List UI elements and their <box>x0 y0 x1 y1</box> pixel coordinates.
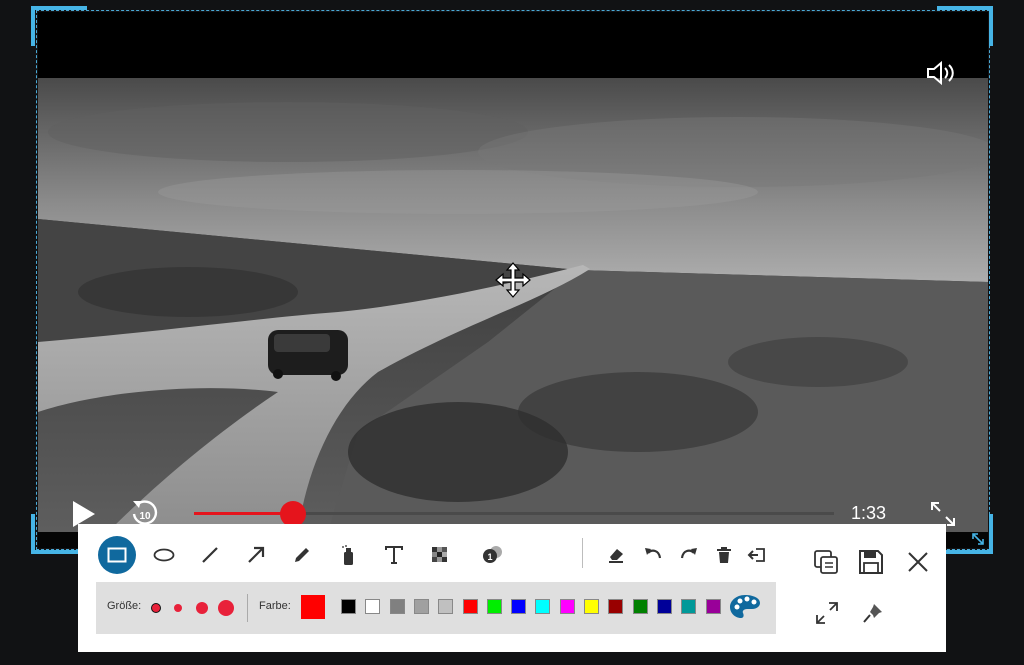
color-swatch[interactable] <box>535 599 551 614</box>
size-option-m[interactable] <box>196 602 208 614</box>
line-tool[interactable] <box>191 536 229 574</box>
annotation-toolbar: 1 Größe: Farbe: <box>78 524 946 652</box>
options-bar: Größe: Farbe: <box>96 582 776 634</box>
undo-icon <box>645 548 662 559</box>
color-swatch[interactable] <box>365 599 381 614</box>
step-number-icon: 1 <box>483 546 502 563</box>
arrow-tool[interactable] <box>237 536 275 574</box>
color-palette-icon[interactable] <box>729 593 761 621</box>
arrow-icon <box>248 546 265 563</box>
color-swatch[interactable] <box>413 599 429 614</box>
color-label: Farbe: <box>259 600 291 612</box>
svg-text:1: 1 <box>487 552 492 562</box>
undo-button[interactable] <box>634 536 672 574</box>
ellipse-tool[interactable] <box>145 536 183 574</box>
save-button[interactable] <box>855 546 887 578</box>
step-number-tool[interactable]: 1 <box>473 536 511 574</box>
size-option-xs[interactable] <box>151 603 161 613</box>
corner-handle-top-left[interactable] <box>31 6 87 46</box>
close-button[interactable] <box>902 546 934 578</box>
highlighter-icon <box>342 545 353 565</box>
copy-icon <box>814 550 838 574</box>
color-swatch[interactable] <box>341 599 356 614</box>
pin-button[interactable] <box>857 597 889 629</box>
redo-button[interactable] <box>670 536 708 574</box>
copy-button[interactable] <box>810 546 842 578</box>
color-swatch[interactable] <box>462 599 478 614</box>
line-icon <box>202 547 218 563</box>
rectangle-icon <box>107 547 127 563</box>
eraser-tool[interactable] <box>597 536 635 574</box>
mosaic-tool[interactable] <box>421 536 459 574</box>
size-option-s[interactable] <box>174 604 182 612</box>
close-icon <box>908 552 928 572</box>
pin-icon <box>863 604 882 623</box>
pencil-icon <box>295 548 309 562</box>
resize-handle-icon[interactable] <box>970 531 986 547</box>
current-color-swatch[interactable] <box>301 595 325 619</box>
exit-icon <box>747 548 765 562</box>
color-swatch[interactable] <box>705 599 721 614</box>
color-swatch[interactable] <box>511 599 527 614</box>
pencil-tool[interactable] <box>283 536 321 574</box>
color-swatch[interactable] <box>632 599 648 614</box>
color-swatch[interactable] <box>389 599 405 614</box>
redo-icon <box>680 548 697 559</box>
size-label: Größe: <box>107 600 142 612</box>
ellipse-icon <box>153 548 175 562</box>
marker-tool[interactable] <box>329 536 367 574</box>
toolbar-separator <box>582 538 583 568</box>
color-swatch[interactable] <box>656 599 672 614</box>
text-icon <box>385 546 403 564</box>
exit-button[interactable] <box>738 536 776 574</box>
color-swatch[interactable] <box>681 599 697 614</box>
expand-button[interactable] <box>811 597 843 629</box>
color-swatch[interactable] <box>559 599 575 614</box>
options-separator <box>247 594 248 622</box>
eraser-icon <box>609 549 623 563</box>
capture-region[interactable] <box>36 10 990 550</box>
expand-icon <box>816 602 838 624</box>
corner-handle-top-right[interactable] <box>937 6 993 46</box>
trash-icon <box>717 547 731 563</box>
color-swatch[interactable] <box>438 599 454 614</box>
color-swatch[interactable] <box>608 599 624 614</box>
text-tool[interactable] <box>375 536 413 574</box>
color-swatch[interactable] <box>486 599 502 614</box>
save-icon <box>859 550 883 574</box>
rectangle-tool[interactable] <box>98 536 136 574</box>
mosaic-icon <box>432 547 447 562</box>
size-option-l[interactable] <box>218 600 234 616</box>
color-swatch[interactable] <box>584 599 599 614</box>
